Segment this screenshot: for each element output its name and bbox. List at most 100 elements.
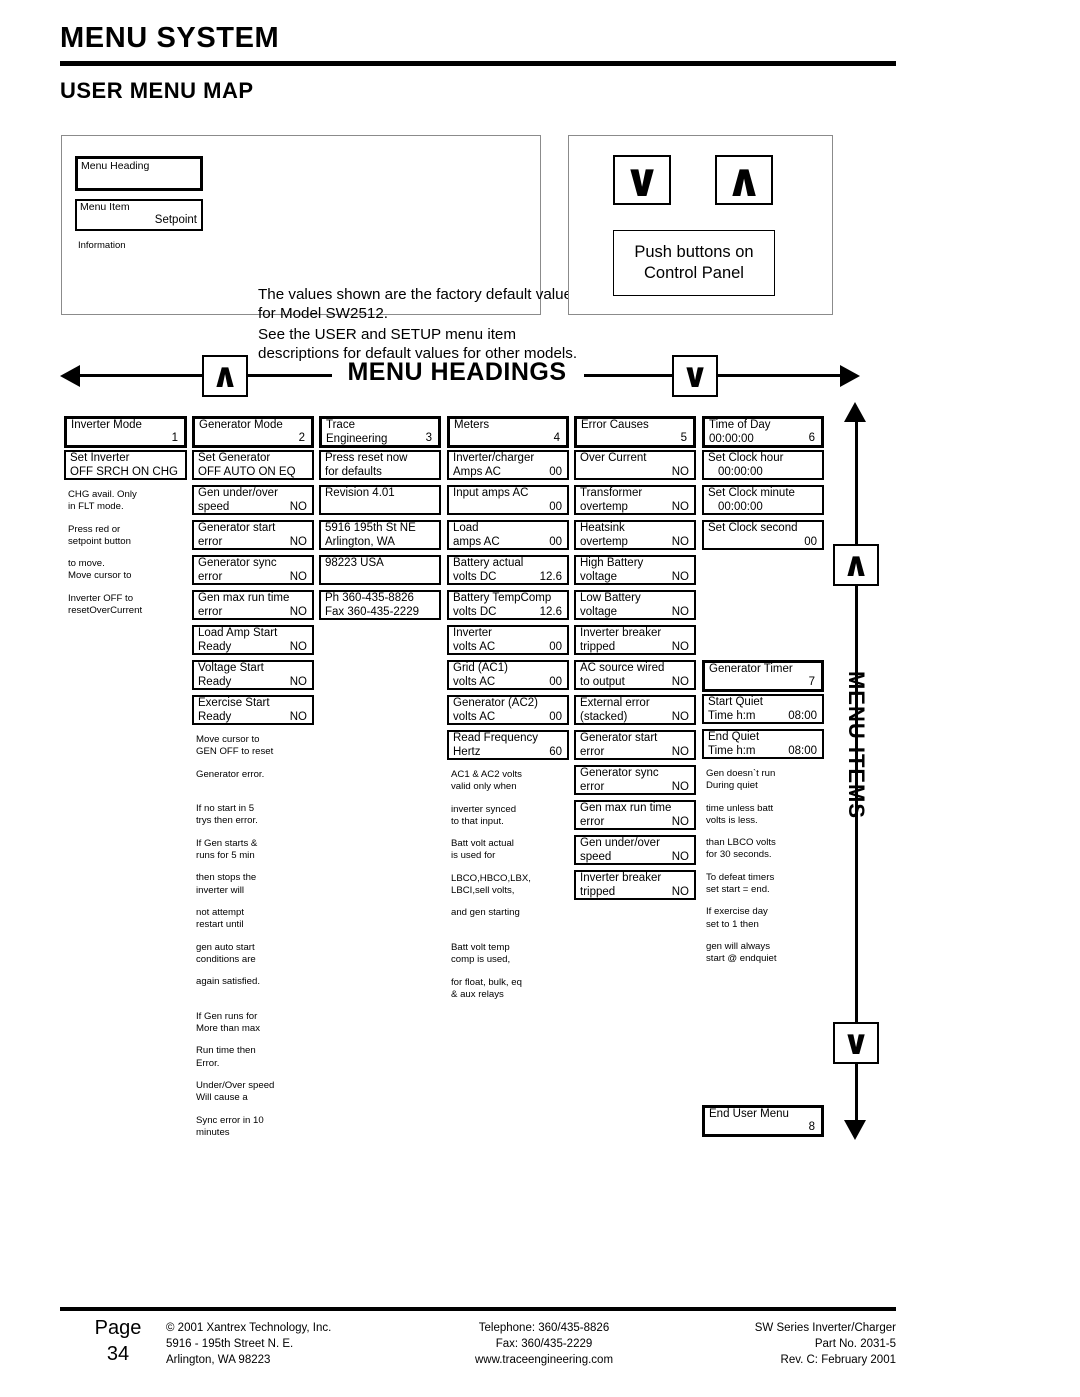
- menu-item-c4-r3[interactable]: Load amps AC 00: [447, 520, 569, 550]
- menu-item-c5-r9-line2: error: [580, 746, 605, 758]
- note-c6-5: If exercise day set to 1 then: [706, 906, 768, 930]
- note-c1-3: to move. Move cursor to: [68, 558, 132, 582]
- menu-heading-2-number: 2: [298, 432, 305, 444]
- menu-heading-3-line2: Engineering: [326, 433, 388, 445]
- menu-item-c3-r1[interactable]: Press reset now for defaults: [319, 450, 441, 480]
- menu-item-c7-r2-value: 08:00: [788, 745, 817, 757]
- menu-item-c5-r5-value: NO: [671, 606, 689, 618]
- menu-heading-5[interactable]: Error Causes 5: [574, 416, 696, 448]
- menu-heading-7[interactable]: Generator Timer 7: [702, 660, 824, 692]
- menu-heading-6-number: 6: [808, 432, 815, 444]
- menu-item-c5-r5[interactable]: Low Battery voltage NO: [574, 590, 696, 620]
- menu-item-c2-r4-value: NO: [289, 571, 307, 583]
- menu-item-c5-r9[interactable]: Generator start error NO: [574, 730, 696, 760]
- menu-item-c6-r2-line1: Set Clock minute: [708, 487, 795, 499]
- menu-item-c4-r6[interactable]: Inverter volts AC 00: [447, 625, 569, 655]
- menu-item-c5-r2[interactable]: Transformer overtemp NO: [574, 485, 696, 515]
- menu-item-c4-r1[interactable]: Inverter/charger Amps AC 00: [447, 450, 569, 480]
- menu-item-c5-r6[interactable]: Inverter breaker tripped NO: [574, 625, 696, 655]
- menu-item-c5-r13-value: NO: [671, 886, 689, 898]
- menu-item-c3-r3[interactable]: 5916 195th St NE Arlington, WA: [319, 520, 441, 550]
- menu-item-c5-r1[interactable]: Over Current NO: [574, 450, 696, 480]
- menu-item-c2-r8[interactable]: Exercise Start Ready NO: [192, 695, 314, 725]
- note-c1-2: Press red or setpoint button: [68, 523, 131, 547]
- note-c4-1: AC1 & AC2 volts valid only when: [451, 769, 522, 793]
- menu-item-c4-r4-line1: Battery actual: [453, 557, 524, 569]
- menu-heading-6[interactable]: Time of Day 00:00:00 6: [702, 416, 824, 448]
- menu-item-c4-r7[interactable]: Grid (AC1) volts AC 00: [447, 660, 569, 690]
- menu-item-c4-r8-line1: Generator (AC2): [453, 697, 539, 709]
- menu-item-c5-r11[interactable]: Gen max run time error NO: [574, 800, 696, 830]
- menu-item-c4-r4-line2: volts DC: [453, 571, 497, 583]
- menu-item-c3-r2[interactable]: Revision 4.01: [319, 485, 441, 515]
- menu-item-c5-r12[interactable]: Gen under/over speed NO: [574, 835, 696, 865]
- menu-item-c2-r5[interactable]: Gen max run time error NO: [192, 590, 314, 620]
- menu-item-c4-r2[interactable]: Input amps AC 00: [447, 485, 569, 515]
- menu-item-c5-r8-line1: External error: [580, 697, 650, 709]
- menu-item-c5-r8-line2: (stacked): [580, 711, 628, 723]
- note-c6-3: than LBCO volts for 30 seconds.: [706, 837, 776, 861]
- menu-item-c4-r5[interactable]: Battery TempComp volts DC 12.6: [447, 590, 569, 620]
- note-c2-11: Under/Over speed Will cause a: [196, 1080, 275, 1104]
- menu-item-c5-r8[interactable]: External error (stacked) NO: [574, 695, 696, 725]
- menu-item-c2-r7-line1: Voltage Start: [198, 662, 264, 674]
- menu-item-c5-r12-value: NO: [671, 851, 689, 863]
- menu-item-c6-r2[interactable]: Set Clock minute 00:00:00: [702, 485, 824, 515]
- menu-item-c2-r3-line1: Generator start: [198, 522, 276, 534]
- menu-item-c2-r5-line1: Gen max run time: [198, 592, 290, 604]
- menu-item-c3-r3-line1: 5916 195th St NE: [325, 522, 416, 534]
- menu-item-c5-r3-value: NO: [671, 536, 689, 548]
- menu-heading-4[interactable]: Meters 4: [447, 416, 569, 448]
- footer-column-contact: Telephone: 360/435-8826 Fax: 360/435-222…: [420, 1320, 668, 1368]
- footer-telephone: Telephone: 360/435-8826: [478, 1322, 610, 1334]
- menu-item-c3-r5[interactable]: Ph 360-435-8826 Fax 360-435-2229: [319, 590, 441, 620]
- menu-item-c3-r2-line1: Revision 4.01: [325, 487, 395, 499]
- menu-item-c5-r9-line1: Generator start: [580, 732, 658, 744]
- menu-item-c2-r3[interactable]: Generator start error NO: [192, 520, 314, 550]
- menu-heading-8-line1: End User Menu: [709, 1108, 789, 1120]
- menu-item-c2-r6[interactable]: Load Amp Start Ready NO: [192, 625, 314, 655]
- menu-item-c6-r3[interactable]: Set Clock second 00: [702, 520, 824, 550]
- menu-heading-8[interactable]: End User Menu 8: [702, 1105, 824, 1137]
- note-c2-12: Sync error in 10 minutes: [196, 1114, 264, 1138]
- menu-item-c2-r1-line2: OFF AUTO ON EQ: [198, 466, 296, 478]
- menu-heading-3[interactable]: Trace Engineering 3: [319, 416, 441, 448]
- menu-item-c5-r10[interactable]: Generator sync error NO: [574, 765, 696, 795]
- menu-heading-2[interactable]: Generator Mode 2: [192, 416, 314, 448]
- note-c4-4: LBCO,HBCO,LBX, LBCI,sell volts,: [451, 872, 531, 897]
- menu-heading-3-line1: Trace: [326, 419, 355, 431]
- note-c2-3: If no start in 5 trys then error.: [196, 803, 258, 827]
- menu-item-c5-r3-line1: Heatsink: [580, 522, 625, 534]
- menu-item-c5-r1-line1: Over Current: [580, 452, 647, 464]
- note-c2-9: If Gen runs for More than max: [196, 1010, 260, 1035]
- menu-item-c4-r9[interactable]: Read Frequency Hertz 60: [447, 730, 569, 760]
- menu-item-c7-r1[interactable]: Start Quiet Time h:m 08:00: [702, 694, 824, 724]
- note-c4-2: inverter synced to that input.: [451, 803, 517, 827]
- menu-item-c5-r13[interactable]: Inverter breaker tripped NO: [574, 870, 696, 900]
- menu-heading-3-number: 3: [425, 432, 432, 444]
- menu-item-c5-r11-line2: error: [580, 816, 605, 828]
- menu-item-c4-r4[interactable]: Battery actual volts DC 12.6: [447, 555, 569, 585]
- menu-item-c7-r2[interactable]: End Quiet Time h:m 08:00: [702, 729, 824, 759]
- menu-item-c7-r1-value: 08:00: [788, 710, 817, 722]
- menu-item-c5-r1-value: NO: [671, 466, 689, 478]
- menu-item-c4-r8[interactable]: Generator (AC2) volts AC 00: [447, 695, 569, 725]
- menu-item-c7-r2-line2: Time h:m: [708, 745, 756, 757]
- menu-heading-1[interactable]: Inverter Mode 1: [64, 416, 187, 448]
- menu-heading-5-number: 5: [680, 432, 687, 444]
- menu-item-c5-r7[interactable]: AC source wired to output NO: [574, 660, 696, 690]
- menu-item-c5-r3[interactable]: Heatsink overtemp NO: [574, 520, 696, 550]
- menu-item-c2-r1[interactable]: Set Generator OFF AUTO ON EQ: [192, 450, 314, 480]
- menu-item-c1-r1[interactable]: Set Inverter OFF SRCH ON CHG: [64, 450, 187, 480]
- menu-item-c2-r4[interactable]: Generator sync error NO: [192, 555, 314, 585]
- menu-item-c3-r4-line1: 98223 USA: [325, 557, 384, 569]
- menu-item-c6-r1[interactable]: Set Clock hour 00:00:00: [702, 450, 824, 480]
- menu-item-c2-r7[interactable]: Voltage Start Ready NO: [192, 660, 314, 690]
- menu-item-c5-r4[interactable]: High Battery voltage NO: [574, 555, 696, 585]
- menu-item-c5-r8-value: NO: [671, 711, 689, 723]
- menu-item-c2-r2[interactable]: Gen under/over speed NO: [192, 485, 314, 515]
- menu-item-c3-r4[interactable]: 98223 USA: [319, 555, 441, 585]
- menu-item-c5-r4-line2: voltage: [580, 571, 618, 583]
- note-c1-4: Inverter OFF to resetOverCurrent: [68, 592, 143, 617]
- note-c2-8: again satisfied.: [196, 976, 260, 988]
